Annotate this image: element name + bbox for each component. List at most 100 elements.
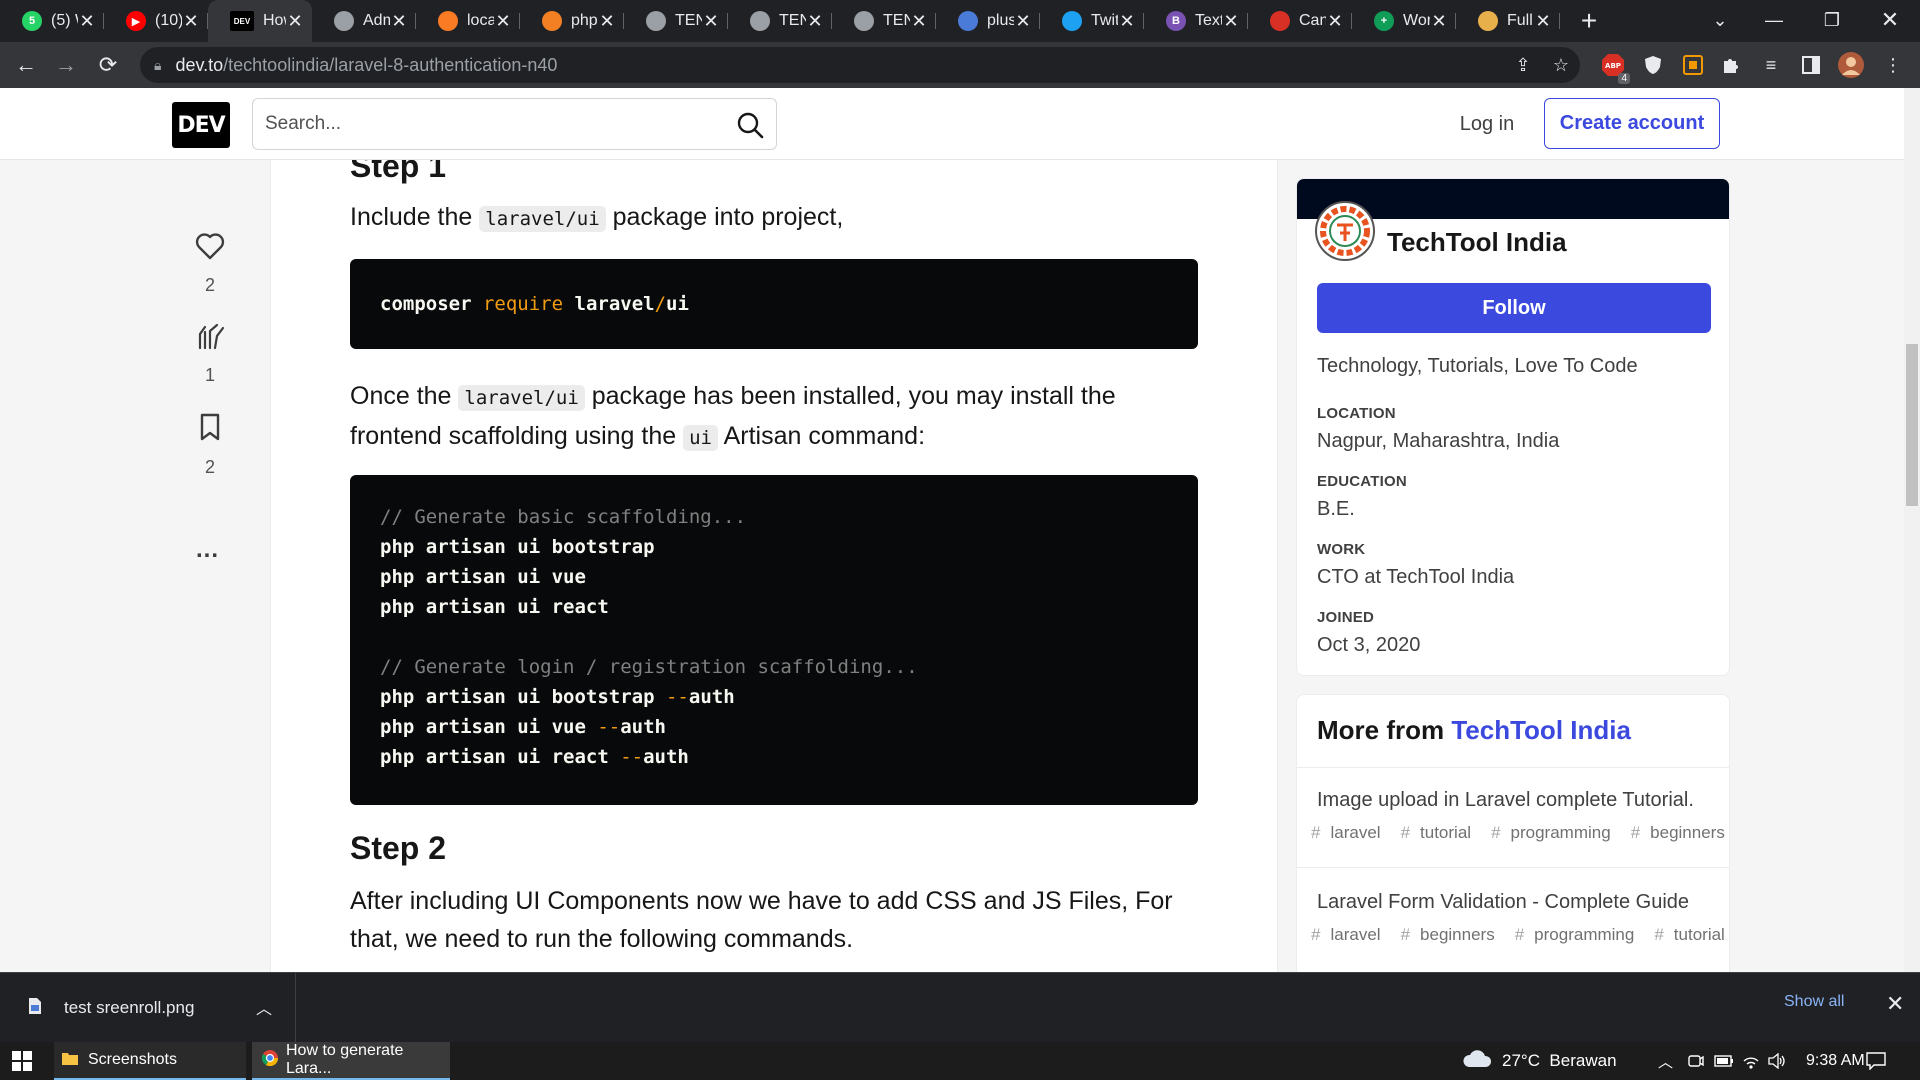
close-tab-icon[interactable]: ✕ [182,11,200,32]
clock-time[interactable]: 9:38 AM [1806,1042,1865,1080]
author-avatar[interactable] [1315,201,1375,261]
capture-extension-icon[interactable] [1678,50,1708,80]
taskbar-chrome[interactable]: How to generate Lara... [252,1042,450,1080]
browser-tab[interactable]: Twitter✕ [1040,0,1144,42]
tag-link[interactable]: # beginners [1401,925,1505,944]
heart-reaction[interactable]: 2 [170,232,250,296]
tab-title: TENANT [883,12,910,29]
install-paragraph: Once the laravel/ui package has been ins… [350,377,1116,457]
close-tab-icon[interactable]: ✕ [1326,11,1344,32]
close-tab-icon[interactable]: ✕ [910,11,928,32]
shield-extension-icon[interactable] [1638,50,1668,80]
tag-link[interactable]: # laravel [1311,823,1391,842]
notification-icon[interactable] [1866,1042,1886,1080]
create-account-button[interactable]: Create account [1544,98,1720,149]
bookmark-star-icon[interactable]: ☆ [1546,50,1576,80]
page-scrollbar[interactable] [1904,88,1920,972]
close-tab-icon[interactable]: ✕ [1118,11,1136,32]
article-body: Step 1 Include the laravel/ui package in… [270,160,1278,972]
text: package has been installed, you may inst… [584,382,1116,410]
browser-tab[interactable]: Full ✕ [1456,0,1560,42]
browser-tab[interactable]: plus ✕ [936,0,1040,42]
search-box[interactable] [252,98,777,150]
follow-button[interactable]: Follow [1317,283,1711,333]
dev-logo[interactable]: DEV [172,102,230,148]
image-icon [1478,11,1498,31]
tag-link[interactable]: # tutorial [1654,925,1729,944]
browser-tab[interactable]: ▶ (10) YouTube✕ [104,0,208,42]
close-tab-icon[interactable]: ✕ [1534,11,1552,32]
restore-button[interactable]: ❐ [1804,0,1860,40]
tag-link[interactable]: # programming [1491,823,1621,842]
close-tab-icon[interactable]: ✕ [78,11,96,32]
code-token: auth [643,746,689,768]
related-post-title[interactable]: Image upload in Laravel complete Tutoria… [1317,789,1694,812]
chevron-up-icon[interactable]: ︿ [256,995,272,1019]
close-tab-icon[interactable]: ✕ [1430,11,1448,32]
reload-button[interactable]: ⟳ [88,45,128,85]
meet-now-icon[interactable] [1688,1042,1704,1080]
browser-tab[interactable]: localhost✕ [416,0,520,42]
adblock-extension-icon[interactable]: ABP 4 [1598,50,1630,84]
chrome-menu-icon[interactable]: ⋮ [1878,50,1908,80]
browser-tab[interactable]: Canva✕ [1248,0,1352,42]
url-path: /techtoolindia/laravel-8-authentication-… [223,54,558,75]
browser-tab-strip: 5(5) WhatsApp✕▶(10) YouTube✕DEVHow to ge… [0,0,1920,42]
search-input[interactable] [265,113,725,135]
unicorn-reaction[interactable]: 1 [170,322,250,386]
tag-link[interactable]: # beginners [1631,823,1729,842]
url-host: dev.to [175,54,224,75]
related-post-title[interactable]: Laravel Form Validation - Complete Guide [1317,891,1689,914]
minimize-button[interactable]: — [1746,0,1802,40]
back-button[interactable]: ← [6,45,46,85]
browser-tab[interactable]: DEV How to generate Laravel✕ [208,0,312,42]
more-options-icon[interactable]: ... [196,536,219,564]
close-window-button[interactable]: ✕ [1862,0,1918,40]
taskbar-explorer[interactable]: Screenshots [54,1042,246,1080]
browser-tab[interactable]: TENANT✕ [728,0,832,42]
browser-tab[interactable]: Admin✕ [312,0,416,42]
side-panel-icon[interactable] [1796,50,1826,80]
close-tab-icon[interactable]: ✕ [598,11,616,32]
battery-icon[interactable] [1714,1042,1734,1080]
close-download-shelf-icon[interactable]: ✕ [1886,991,1904,1017]
download-item[interactable]: test sreenroll.png ︿ [0,973,296,1043]
browser-tab[interactable]: + Word✕ [1352,0,1456,42]
close-tab-icon[interactable]: ✕ [1222,11,1240,32]
show-all-downloads-button[interactable]: Show all [1784,993,1844,1011]
extensions-puzzle-icon[interactable] [1716,50,1746,80]
close-tab-icon[interactable]: ✕ [494,11,512,32]
windows-start-icon[interactable] [12,1042,32,1080]
tab-search-button[interactable]: ⌄ [1692,0,1748,40]
author-name[interactable]: TechTool India [1387,227,1567,258]
close-tab-icon[interactable]: ✕ [806,11,824,32]
search-icon[interactable] [736,111,764,144]
more-from-author-link[interactable]: TechTool India [1451,715,1631,745]
browser-tab[interactable]: TENANT✕ [832,0,936,42]
forward-button[interactable]: → [46,45,86,85]
browser-tab[interactable]: TENANT✕ [624,0,728,42]
new-tab-button[interactable]: + [1574,5,1604,37]
close-tab-icon[interactable]: ✕ [1014,11,1032,32]
close-tab-icon[interactable]: ✕ [286,11,304,32]
close-tab-icon[interactable]: ✕ [390,11,408,32]
browser-tab[interactable]: B Text ✕ [1144,0,1248,42]
browser-tab[interactable]: 5 (5) WhatsApp✕ [0,0,104,42]
share-icon[interactable]: ⇪ [1508,50,1538,80]
wifi-icon[interactable] [1742,1042,1760,1080]
tag-link[interactable]: # programming [1515,925,1645,944]
media-queue-icon[interactable]: ≡ [1756,50,1786,80]
login-link[interactable]: Log in [1440,102,1534,146]
browser-tab[interactable]: php ✕ [520,0,624,42]
volume-icon[interactable] [1768,1042,1786,1080]
bookmark-reaction[interactable]: 2 [170,412,250,478]
tray-overflow-icon[interactable]: ︿ [1658,1042,1673,1080]
scrollbar-thumb[interactable] [1906,344,1918,506]
tag-link[interactable]: # tutorial [1401,823,1482,842]
tag-link[interactable]: # laravel [1311,925,1391,944]
more-from-card: More from TechTool India Image upload in… [1296,694,1730,984]
profile-avatar[interactable] [1836,50,1866,80]
weather-widget[interactable]: 27°C Berawan [1462,1042,1617,1080]
close-tab-icon[interactable]: ✕ [702,11,720,32]
address-bar[interactable]: 🔒︎ dev.to/techtoolindia/laravel-8-authen… [140,47,1580,83]
